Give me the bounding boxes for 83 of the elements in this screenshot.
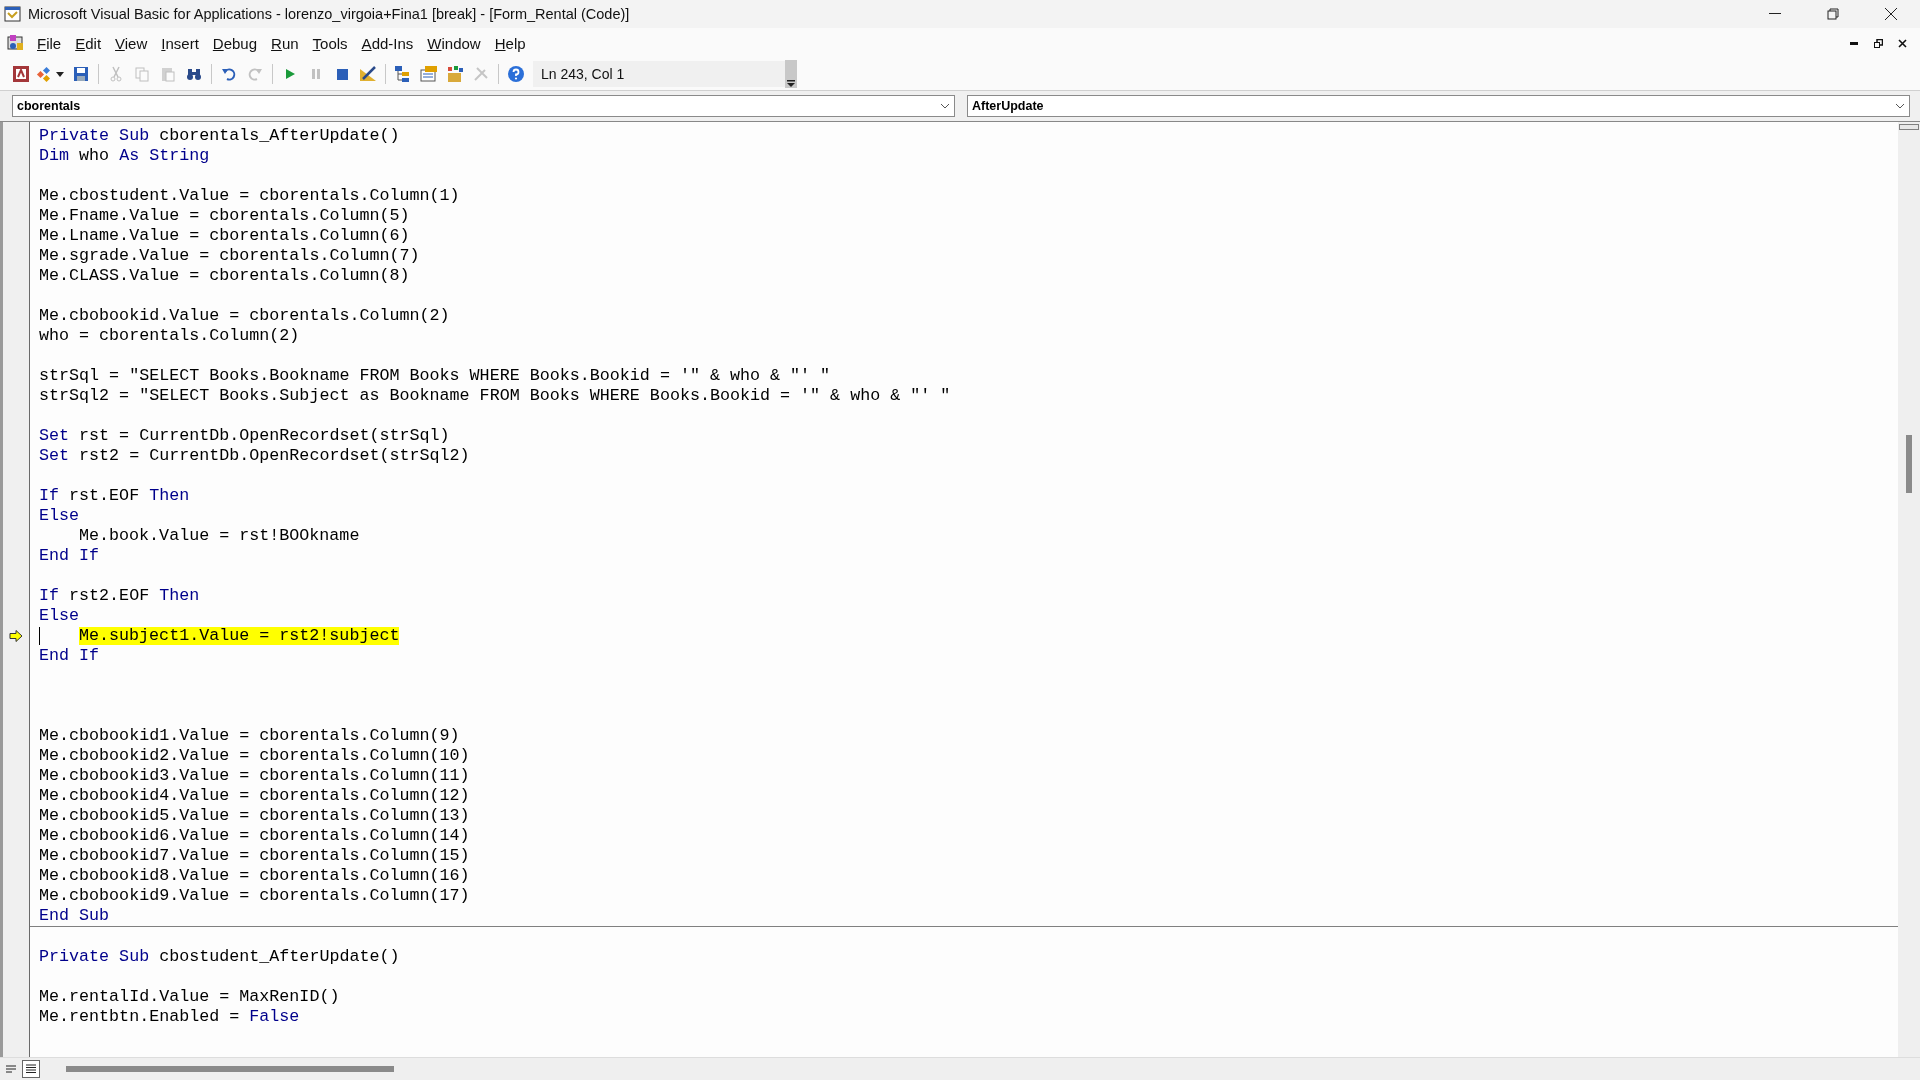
menu-item[interactable]: Run xyxy=(264,31,306,55)
restore-icon xyxy=(1827,8,1839,20)
code-line: Else xyxy=(39,507,80,525)
save-icon xyxy=(73,66,89,82)
object-browser-icon xyxy=(446,65,464,83)
code-line: Me.CLASS.Value = cborentals.Column(8) xyxy=(39,267,410,285)
procedure-dropdown[interactable]: AfterUpdate xyxy=(967,95,1910,117)
toolbar-options-icon xyxy=(787,80,795,88)
code-line: If rst2.EOF Then xyxy=(39,587,200,605)
code-line: If rst.EOF Then xyxy=(39,487,190,505)
code-line: Me.cbobookid7.Value = cborentals.Column(15) xyxy=(39,847,470,865)
code-line: Me.cbobookid2.Value = cborentals.Column(10) xyxy=(39,747,470,765)
copy-icon xyxy=(134,66,150,82)
vertical-scrollbar[interactable] xyxy=(1898,122,1920,1057)
menu-item[interactable]: Edit xyxy=(68,31,109,55)
menu-item[interactable]: Debug xyxy=(205,31,265,55)
code-line: Me.book.Value = rst!BOOkname xyxy=(79,527,360,545)
code-line: Me.cbobookid.Value = cborentals.Column(2) xyxy=(39,307,450,325)
code-line: End If xyxy=(39,547,100,565)
code-line: Set rst = CurrentDb.OpenRecordset(strSql) xyxy=(39,427,450,445)
scroll-thumb[interactable] xyxy=(66,1066,394,1072)
code-line: Me.cbostudent.Value = cborentals.Column(1) xyxy=(39,187,460,205)
procedure-view-icon xyxy=(6,1065,16,1073)
scroll-thumb[interactable] xyxy=(1906,435,1912,493)
code-line: Me.cbobookid8.Value = cborentals.Column(16) xyxy=(39,867,470,885)
pause-icon xyxy=(310,68,322,80)
toolbar-grip[interactable] xyxy=(785,60,797,88)
code-line: Me.rentbtn.Enabled = False xyxy=(39,1008,300,1026)
menu-item[interactable]: View xyxy=(108,31,155,55)
minimize-icon xyxy=(1850,41,1858,45)
insert-form-icon xyxy=(36,65,66,83)
code-line: End Sub xyxy=(39,907,110,925)
close-icon xyxy=(1897,38,1907,48)
split-handle[interactable] xyxy=(1899,124,1919,130)
app-icon xyxy=(4,5,22,23)
code-line: Me.cbobookid6.Value = cborentals.Column(14) xyxy=(39,827,470,845)
code-line: Me.cbobookid4.Value = cborentals.Column(12) xyxy=(39,787,470,805)
module-icon xyxy=(6,33,26,53)
project-tree-icon xyxy=(394,65,412,83)
full-module-view-button[interactable] xyxy=(22,1060,40,1078)
code-line: Me.Lname.Value = cborentals.Column(6) xyxy=(39,227,410,245)
clipboard-icon xyxy=(160,66,176,82)
menu-item[interactable]: File xyxy=(30,31,69,55)
undo-icon xyxy=(221,66,237,82)
code-line: Me.cbobookid5.Value = cborentals.Column(13) xyxy=(39,807,470,825)
code-line: Me.cbobookid3.Value = cborentals.Column(11) xyxy=(39,767,470,785)
restore-icon xyxy=(1873,38,1883,48)
access-icon xyxy=(12,65,30,83)
menu-item[interactable]: Add-Ins xyxy=(354,31,421,55)
text-cursor xyxy=(39,627,40,645)
code-line: Me.rentalId.Value = MaxRenID() xyxy=(39,988,340,1006)
minimize-icon xyxy=(1769,13,1781,15)
tools-icon xyxy=(473,66,489,82)
full-module-view-icon xyxy=(26,1064,36,1074)
object-dropdown[interactable]: cborentals xyxy=(12,95,955,117)
code-line: Me.Fname.Value = cborentals.Column(5) xyxy=(39,207,410,225)
properties-icon xyxy=(420,65,438,83)
code-line: Set rst2 = CurrentDb.OpenRecordset(strSql2) xyxy=(39,447,470,465)
menu-item[interactable]: Tools xyxy=(305,31,355,55)
help-icon xyxy=(507,65,525,83)
code-line: Me.sgrade.Value = cborentals.Column(7) xyxy=(39,247,420,265)
redo-icon xyxy=(247,66,263,82)
code-line: Me.cbobookid9.Value = cborentals.Column(17) xyxy=(39,887,470,905)
code-line: Else xyxy=(39,607,80,625)
run-icon xyxy=(284,68,296,80)
code-line: Private Sub cborentals_AfterUpdate() xyxy=(39,127,400,145)
ruler-pencil-icon xyxy=(359,65,377,83)
code-line: End If xyxy=(39,647,100,665)
close-icon xyxy=(1884,7,1898,21)
code-line: Dim who As String xyxy=(39,147,210,165)
menu-item[interactable]: Insert xyxy=(154,31,206,55)
code-line: Private Sub cbostudent_AfterUpdate() xyxy=(39,948,400,966)
menu-item[interactable]: Help xyxy=(487,31,533,55)
window-title: Microsoft Visual Basic for Applications - lorenzo_virgoia+Fina1 [break] - [Form_Rental (Code)] xyxy=(28,6,631,22)
code-line: Me.cbobookid1.Value = cborentals.Column(9) xyxy=(39,727,460,745)
cursor-position: Ln 243, Col 1 xyxy=(533,61,785,87)
binoculars-icon xyxy=(186,66,202,82)
scissors-icon xyxy=(108,66,124,82)
menu-item[interactable]: Window xyxy=(420,31,488,55)
code-line: strSql2 = "SELECT Books.Subject as Bookname FROM Books WHERE Books.Bookid = '" & who & "' " xyxy=(39,387,951,405)
code-line: who = cborentals.Column(2) xyxy=(39,327,300,345)
stop-icon xyxy=(336,68,348,80)
code-line: strSql = "SELECT Books.Bookname FROM Books WHERE Books.Bookid = '" & who & "' " xyxy=(39,367,831,385)
